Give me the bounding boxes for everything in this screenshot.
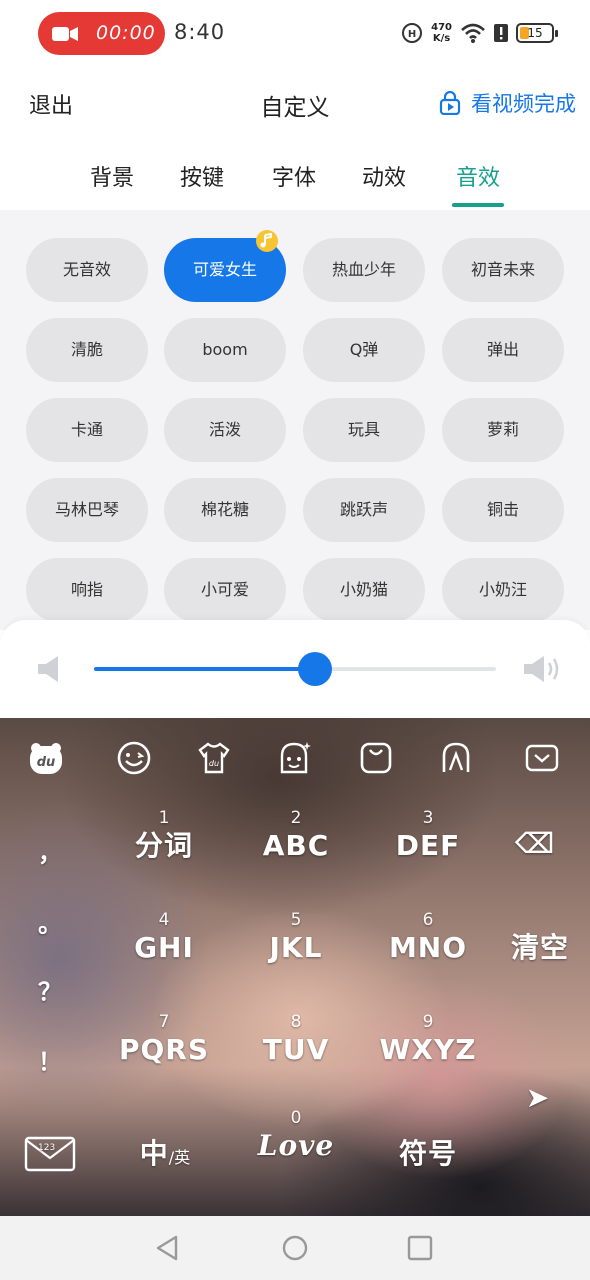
punct-period-key[interactable]: 。 xyxy=(38,904,62,939)
clipboard-icon[interactable] xyxy=(358,740,394,776)
handwrite-icon[interactable] xyxy=(438,740,474,776)
video-lock-icon xyxy=(439,91,461,115)
sfx-option[interactable]: boom xyxy=(164,318,286,382)
punct-question-key[interactable]: ？ xyxy=(38,972,62,1007)
net-speed: 470 K/s xyxy=(431,22,452,44)
volume-slider[interactable] xyxy=(94,652,496,686)
sfx-option[interactable]: 玩具 xyxy=(303,398,425,462)
lang-switch-key[interactable]: 中/英 xyxy=(130,1136,200,1172)
numbers-key[interactable]: 123 xyxy=(24,1134,76,1178)
sfx-option[interactable]: 小奶汪 xyxy=(442,558,564,622)
music-note-badge-icon xyxy=(256,230,278,252)
sfx-option[interactable]: Q弹 xyxy=(303,318,425,382)
sfx-option[interactable]: 卡通 xyxy=(26,398,148,462)
watch-video-label: 看视频完成 xyxy=(471,92,576,116)
sticker-icon[interactable] xyxy=(276,740,312,776)
key-6-mno[interactable]: 6 MNO xyxy=(382,910,474,966)
key-8-tuv[interactable]: 8 TUV xyxy=(250,1012,342,1068)
recents-icon[interactable] xyxy=(406,1234,434,1262)
key-7-pqrs[interactable]: 7 PQRS xyxy=(112,1012,216,1068)
sfx-option[interactable]: 小奶猫 xyxy=(303,558,425,622)
key-5-jkl[interactable]: 5 JKL xyxy=(250,910,342,966)
tab-bar: 背景 按键 字体 动效 音效 xyxy=(0,148,590,210)
sfx-option[interactable]: 萝莉 xyxy=(442,398,564,462)
sfx-option[interactable]: 弹出 xyxy=(442,318,564,382)
alert-icon xyxy=(494,24,508,42)
skin-icon[interactable]: du xyxy=(196,740,232,776)
space-key[interactable]: 0 Love xyxy=(236,1108,356,1164)
volume-slider-fill xyxy=(94,667,316,671)
backspace-key[interactable]: ⌫ xyxy=(505,826,565,862)
punct-exclaim-key[interactable]: ！ xyxy=(38,1042,62,1077)
emoji-icon[interactable] xyxy=(116,740,152,776)
active-tab-indicator xyxy=(452,203,504,207)
home-icon[interactable] xyxy=(281,1234,309,1262)
wifi-icon xyxy=(461,23,485,43)
screen-record-pill[interactable]: 00:00 xyxy=(38,12,165,55)
sfx-option[interactable]: 无音效 xyxy=(26,238,148,302)
keyboard: du du ， 。 ？ ！ 1 分词 2 ABC 3 DEF ⌫ 4 GHI 5… xyxy=(0,718,590,1216)
keyboard-toolbar: du du xyxy=(0,718,590,798)
battery-icon: 15 xyxy=(516,23,558,43)
sfx-option[interactable]: 马林巴琴 xyxy=(26,478,148,542)
volume-high-icon xyxy=(524,656,559,682)
clock: 8:40 xyxy=(174,20,226,44)
sfx-option[interactable]: 活泼 xyxy=(164,398,286,462)
tab-sound-effects[interactable]: 音效 xyxy=(456,160,500,192)
svg-text:du: du xyxy=(209,759,219,768)
hd-volte-icon: H xyxy=(402,23,423,43)
svg-text:123: 123 xyxy=(38,1143,55,1153)
sound-effects-grid: 无音效 可爱女生 热血少年 初音未来 清脆 boom Q弹 弹出 卡通 活泼 玩… xyxy=(0,210,590,630)
sfx-option[interactable]: 初音未来 xyxy=(442,238,564,302)
recording-timer: 00:00 xyxy=(96,22,156,44)
system-nav-bar xyxy=(0,1216,590,1280)
svg-text:H: H xyxy=(408,29,416,40)
punct-comma-key[interactable]: ， xyxy=(38,833,62,868)
sfx-option[interactable]: 棉花糖 xyxy=(164,478,286,542)
tab-background[interactable]: 背景 xyxy=(90,160,134,192)
collapse-keyboard-icon[interactable] xyxy=(524,740,560,776)
key-3-def[interactable]: 3 DEF xyxy=(382,808,474,864)
key-4-ghi[interactable]: 4 GHI xyxy=(118,910,210,966)
du-logo-icon[interactable]: du xyxy=(28,740,64,776)
tab-font[interactable]: 字体 xyxy=(272,160,316,192)
sfx-option[interactable]: 小可爱 xyxy=(164,558,286,622)
tab-keys[interactable]: 按键 xyxy=(180,160,224,192)
camera-icon xyxy=(52,27,78,41)
envelope-123-icon: 123 xyxy=(24,1136,76,1172)
sfx-option[interactable]: 响指 xyxy=(26,558,148,622)
symbols-key[interactable]: 符号 xyxy=(390,1136,466,1172)
sfx-option[interactable]: 热血少年 xyxy=(303,238,425,302)
key-2-abc[interactable]: 2 ABC xyxy=(250,808,342,864)
sfx-option[interactable]: 跳跃声 xyxy=(303,478,425,542)
app-header: 退出 自定义 看视频完成 xyxy=(0,68,590,142)
clear-key[interactable]: 清空 xyxy=(500,930,580,966)
status-icons: H 470 K/s 15 xyxy=(401,18,558,48)
volume-low-icon xyxy=(38,656,58,682)
key-9-wxyz[interactable]: 9 WXYZ xyxy=(376,1012,480,1068)
sfx-option[interactable]: 清脆 xyxy=(26,318,148,382)
tab-animation[interactable]: 动效 xyxy=(362,160,406,192)
svg-text:du: du xyxy=(37,755,56,770)
key-1-segment[interactable]: 1 分词 xyxy=(118,808,210,864)
status-bar: 00:00 8:40 H 470 K/s 15 xyxy=(0,0,590,68)
send-key[interactable]: ➤ xyxy=(508,1080,568,1116)
volume-panel xyxy=(0,620,590,720)
watch-video-button[interactable]: 看视频完成 xyxy=(439,88,576,118)
volume-slider-thumb[interactable] xyxy=(298,652,333,686)
sfx-option-selected[interactable]: 可爱女生 xyxy=(164,230,286,302)
back-icon[interactable] xyxy=(154,1234,182,1262)
sfx-option[interactable]: 铜击 xyxy=(442,478,564,542)
sfx-option-label: 可爱女生 xyxy=(192,260,257,279)
